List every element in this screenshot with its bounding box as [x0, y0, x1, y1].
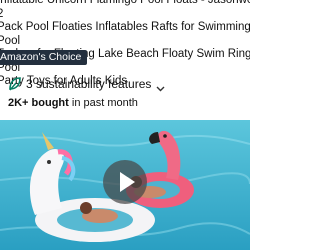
play-video-button[interactable] [103, 160, 147, 204]
sustainability-label: 3 sustainability features [26, 77, 152, 91]
amazons-choice-badge: Amazon's Choice [0, 50, 88, 65]
bought-count: 2K+ bought [8, 97, 69, 109]
chevron-down-icon [156, 80, 165, 91]
product-video-thumbnail[interactable] [0, 120, 250, 250]
product-card: Inflatable Unicorn Flamingo Pool Floats … [0, 0, 250, 250]
purchase-count: 2K+ bought in past month [8, 96, 138, 110]
badge-label: Amazon's Choice [0, 51, 82, 63]
play-icon [120, 172, 135, 192]
bought-suffix: in past month [68, 97, 138, 109]
leaf-icon [8, 77, 21, 91]
sustainability-features-link[interactable]: 3 sustainability features [8, 76, 165, 92]
